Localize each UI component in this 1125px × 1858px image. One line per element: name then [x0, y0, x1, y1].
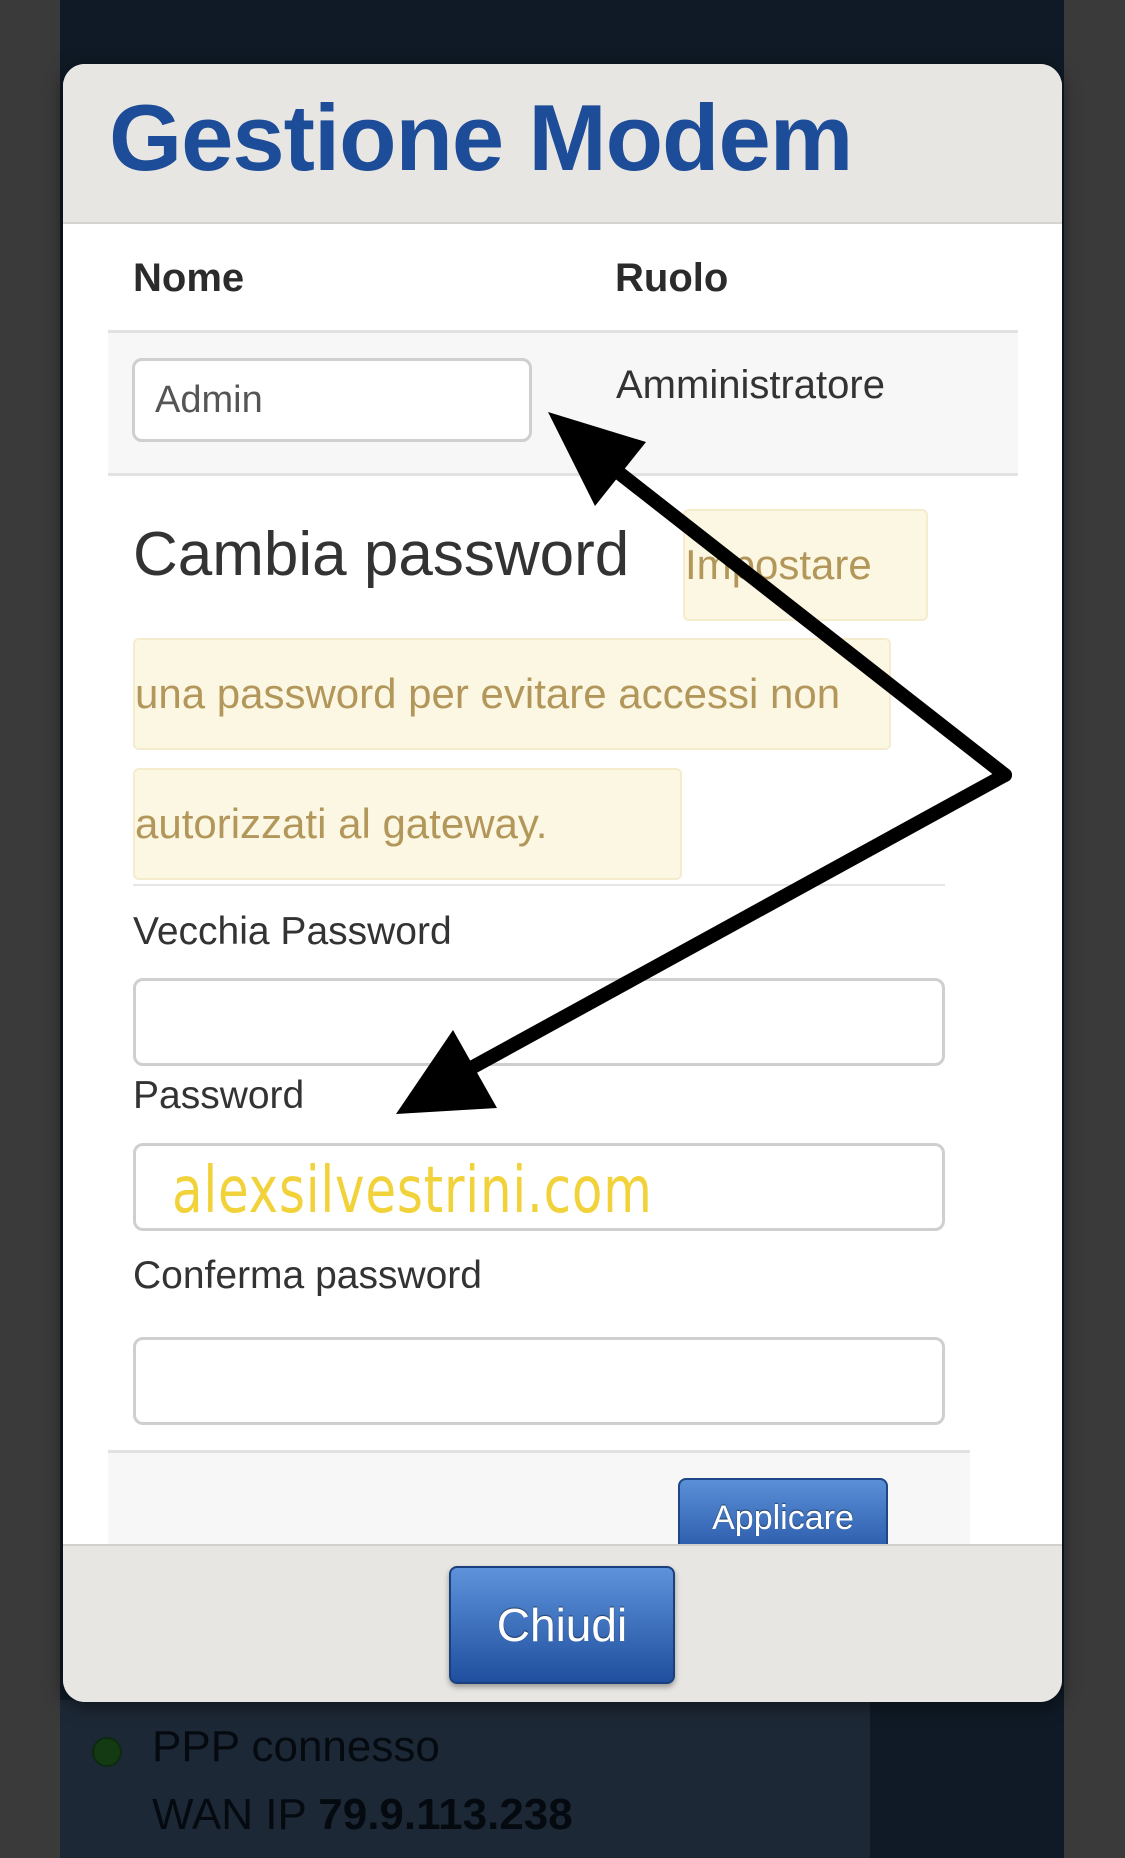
old-password-label: Vecchia Password: [133, 910, 452, 953]
modem-management-dialog: Gestione Modem Nome Ruolo Amministratore…: [63, 64, 1062, 1702]
divider: [133, 884, 945, 886]
column-header-role: Ruolo: [615, 256, 729, 300]
warning-line-3: autorizzati al gateway.: [133, 768, 682, 880]
old-password-field[interactable]: [133, 978, 945, 1066]
dialog-header: Gestione Modem: [63, 64, 1062, 224]
change-password-heading: Cambia password: [133, 520, 630, 589]
dialog-footer: Chiudi: [63, 1544, 1062, 1702]
user-row: Amministratore: [108, 330, 1018, 476]
watermark-text: alexsilvestrini.com: [172, 1154, 653, 1228]
status-indicator-icon: [92, 1737, 122, 1767]
confirm-password-field[interactable]: [133, 1337, 945, 1425]
dialog-title: Gestione Modem: [109, 85, 853, 190]
column-header-name: Nome: [133, 256, 245, 300]
role-value: Amministratore: [616, 363, 885, 407]
wan-ip-value: 79.9.113.238: [318, 1790, 573, 1839]
password-label: Password: [133, 1074, 305, 1117]
wan-ip-label: WAN IP: [152, 1790, 307, 1839]
close-button[interactable]: Chiudi: [449, 1566, 675, 1684]
ppp-status-text: PPP connesso: [152, 1722, 440, 1771]
wan-ip-line: WAN IP 79.9.113.238: [152, 1790, 573, 1840]
confirm-password-label: Conferma password: [133, 1254, 482, 1297]
username-input[interactable]: [132, 358, 532, 442]
warning-line-2: una password per evitare accessi non: [133, 638, 891, 750]
warning-line-1: Impostare: [683, 509, 928, 621]
